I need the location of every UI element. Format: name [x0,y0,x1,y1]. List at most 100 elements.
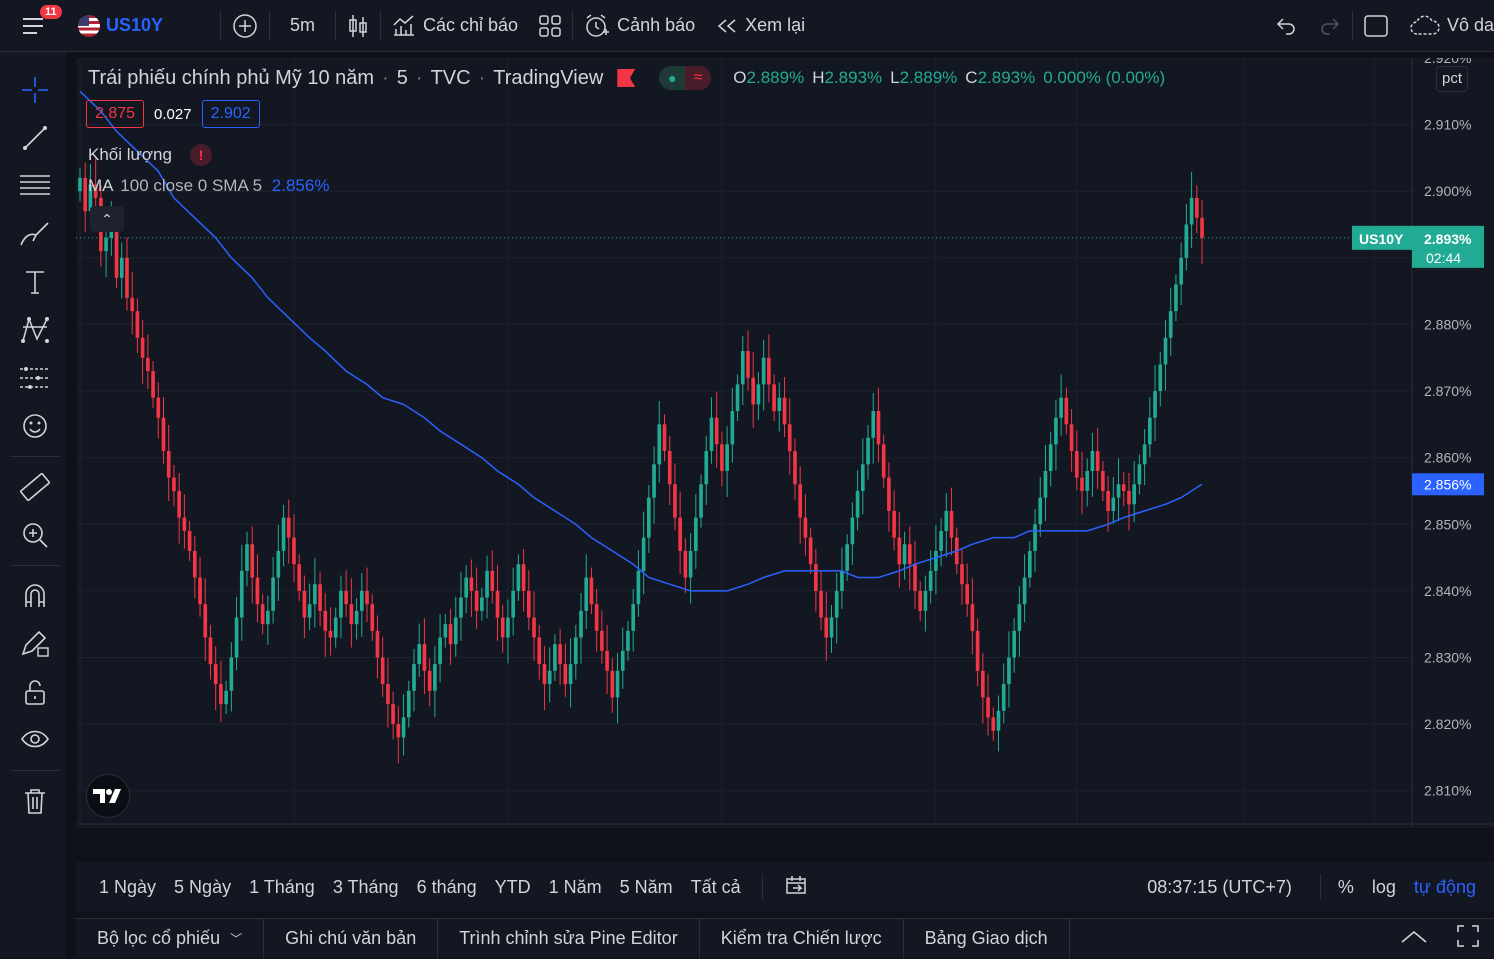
percent-toggle[interactable]: % [1329,877,1363,898]
replay-label: Xem lại [745,15,806,35]
candle-body [114,224,119,278]
alerts-button[interactable]: Cảnh báo [573,0,705,52]
candle-body [187,530,192,551]
candle-body [756,384,761,405]
emoji-tool[interactable] [0,402,70,450]
fib-tool[interactable] [0,162,70,210]
range-button[interactable]: 1 Năm [540,877,611,898]
pencil-lock-icon [21,630,49,657]
range-button[interactable]: 5 Ngày [165,877,240,898]
collapse-panel-button[interactable] [1386,928,1442,949]
auto-toggle[interactable]: tự động [1405,877,1494,898]
candle-body [693,517,698,551]
tab-pine-editor[interactable]: Trình chỉnh sửa Pine Editor [438,918,700,959]
candle-body [412,664,416,691]
candle-body [500,617,505,638]
text-tool[interactable] [0,258,70,306]
price-scale-mode-button[interactable]: pct [1436,66,1468,92]
plus-circle-icon [233,13,257,38]
candle-body [166,450,171,478]
candle-body [881,444,886,478]
lock-tool[interactable] [0,668,70,716]
magnet-tool[interactable] [0,572,70,620]
undo-button[interactable] [1264,0,1308,52]
candle-body [1064,397,1069,425]
clock-timezone[interactable]: 08:37:15 (UTC+7) [1138,877,1312,898]
remove-drawings-tool[interactable] [0,777,70,825]
tv-logo-icon [93,789,121,803]
candle-body [652,464,656,498]
pattern-tool[interactable] [0,306,70,354]
candle-body [547,670,552,685]
zoom-in-icon [23,523,48,548]
indicators-button[interactable]: Các chỉ báo [381,0,528,52]
candle-body [359,590,364,611]
go-to-date-button[interactable] [775,873,817,902]
range-button[interactable]: 6 tháng [408,877,486,898]
range-button[interactable]: Tất cả [682,877,750,898]
trend-line-tool[interactable] [0,114,70,162]
series-source: TradingView [493,66,604,89]
candle-body [840,570,844,591]
range-button[interactable]: 3 Tháng [324,877,408,898]
brush-tool[interactable] [0,210,70,258]
symbol-search-button[interactable]: US10Y [68,0,220,52]
candle-body [203,604,208,638]
compare-button[interactable] [221,0,269,52]
log-toggle[interactable]: log [1363,877,1405,898]
volume-legend[interactable]: Khối lượng ! [88,144,212,166]
candle-body [229,657,234,691]
zoom-tool[interactable] [0,511,70,559]
prediction-tool[interactable] [0,354,70,402]
drawing-toolbar [0,52,70,958]
maximize-panel-button[interactable] [1442,924,1494,953]
bid-value[interactable]: 2.875 [86,100,145,128]
candle-body [333,617,338,638]
layouts-button[interactable] [528,0,572,52]
replay-button[interactable]: Xem lại [705,0,815,52]
range-button[interactable]: 1 Ngày [90,877,165,898]
hide-tool[interactable] [0,716,70,764]
candle-body [1200,217,1204,238]
layout-select-button[interactable] [1353,0,1399,52]
candle-body [307,604,312,618]
candle-body [902,544,907,565]
ma-legend[interactable]: MA 100 close 0 SMA 5 2.856% [88,176,329,196]
chart-type-button[interactable] [336,0,380,52]
candle-body [177,490,181,518]
tab-stock-screener[interactable]: Bộ lọc cổ phiếu ﹀ [76,918,265,959]
crosshair-tool[interactable] [0,66,70,114]
collapse-legend-button[interactable]: ⌃ [90,206,124,232]
magnet-icon [25,584,45,607]
candle-body [1142,444,1147,465]
market-status-toggle[interactable]: ● ≈ [659,66,712,90]
tab-strategy-tester[interactable]: Kiểm tra Chiến lược [700,918,904,959]
tab-text-notes[interactable]: Ghi chú văn bản [264,918,439,959]
price-tick-label: 2.840% [1424,583,1471,599]
candle-body [323,610,328,631]
candle-body [782,397,787,425]
price-chart[interactable]: 2.920%2.910%2.900%2.890%2.880%2.870%2.86… [76,58,1494,828]
stay-drawing-tool[interactable] [0,620,70,668]
candle-body [239,570,244,618]
range-button[interactable]: YTD [486,877,540,898]
candle-body [803,517,808,538]
candle-body [600,630,604,651]
range-button[interactable]: 5 Năm [611,877,682,898]
horizontal-lines-icon [20,175,50,195]
candle-body [1194,197,1199,218]
warning-icon[interactable]: ! [189,144,212,166]
chart-background [76,58,1494,828]
candle-body [83,177,88,212]
range-button[interactable]: 1 Tháng [240,877,324,898]
redo-button[interactable] [1308,0,1352,52]
chart-pane[interactable]: 2.920%2.910%2.900%2.890%2.880%2.870%2.86… [76,58,1494,828]
flag-icon[interactable] [617,69,636,87]
ruler-tool[interactable] [0,463,70,511]
ask-value[interactable]: 2.902 [201,100,260,128]
interval-button[interactable]: 5m [270,0,335,52]
tradingview-logo[interactable] [86,774,130,818]
save-cloud-button[interactable]: Vô da [1399,0,1494,52]
tab-trading-panel[interactable]: Bảng Giao dịch [904,918,1070,959]
main-menu-button[interactable]: 11 [0,0,68,52]
